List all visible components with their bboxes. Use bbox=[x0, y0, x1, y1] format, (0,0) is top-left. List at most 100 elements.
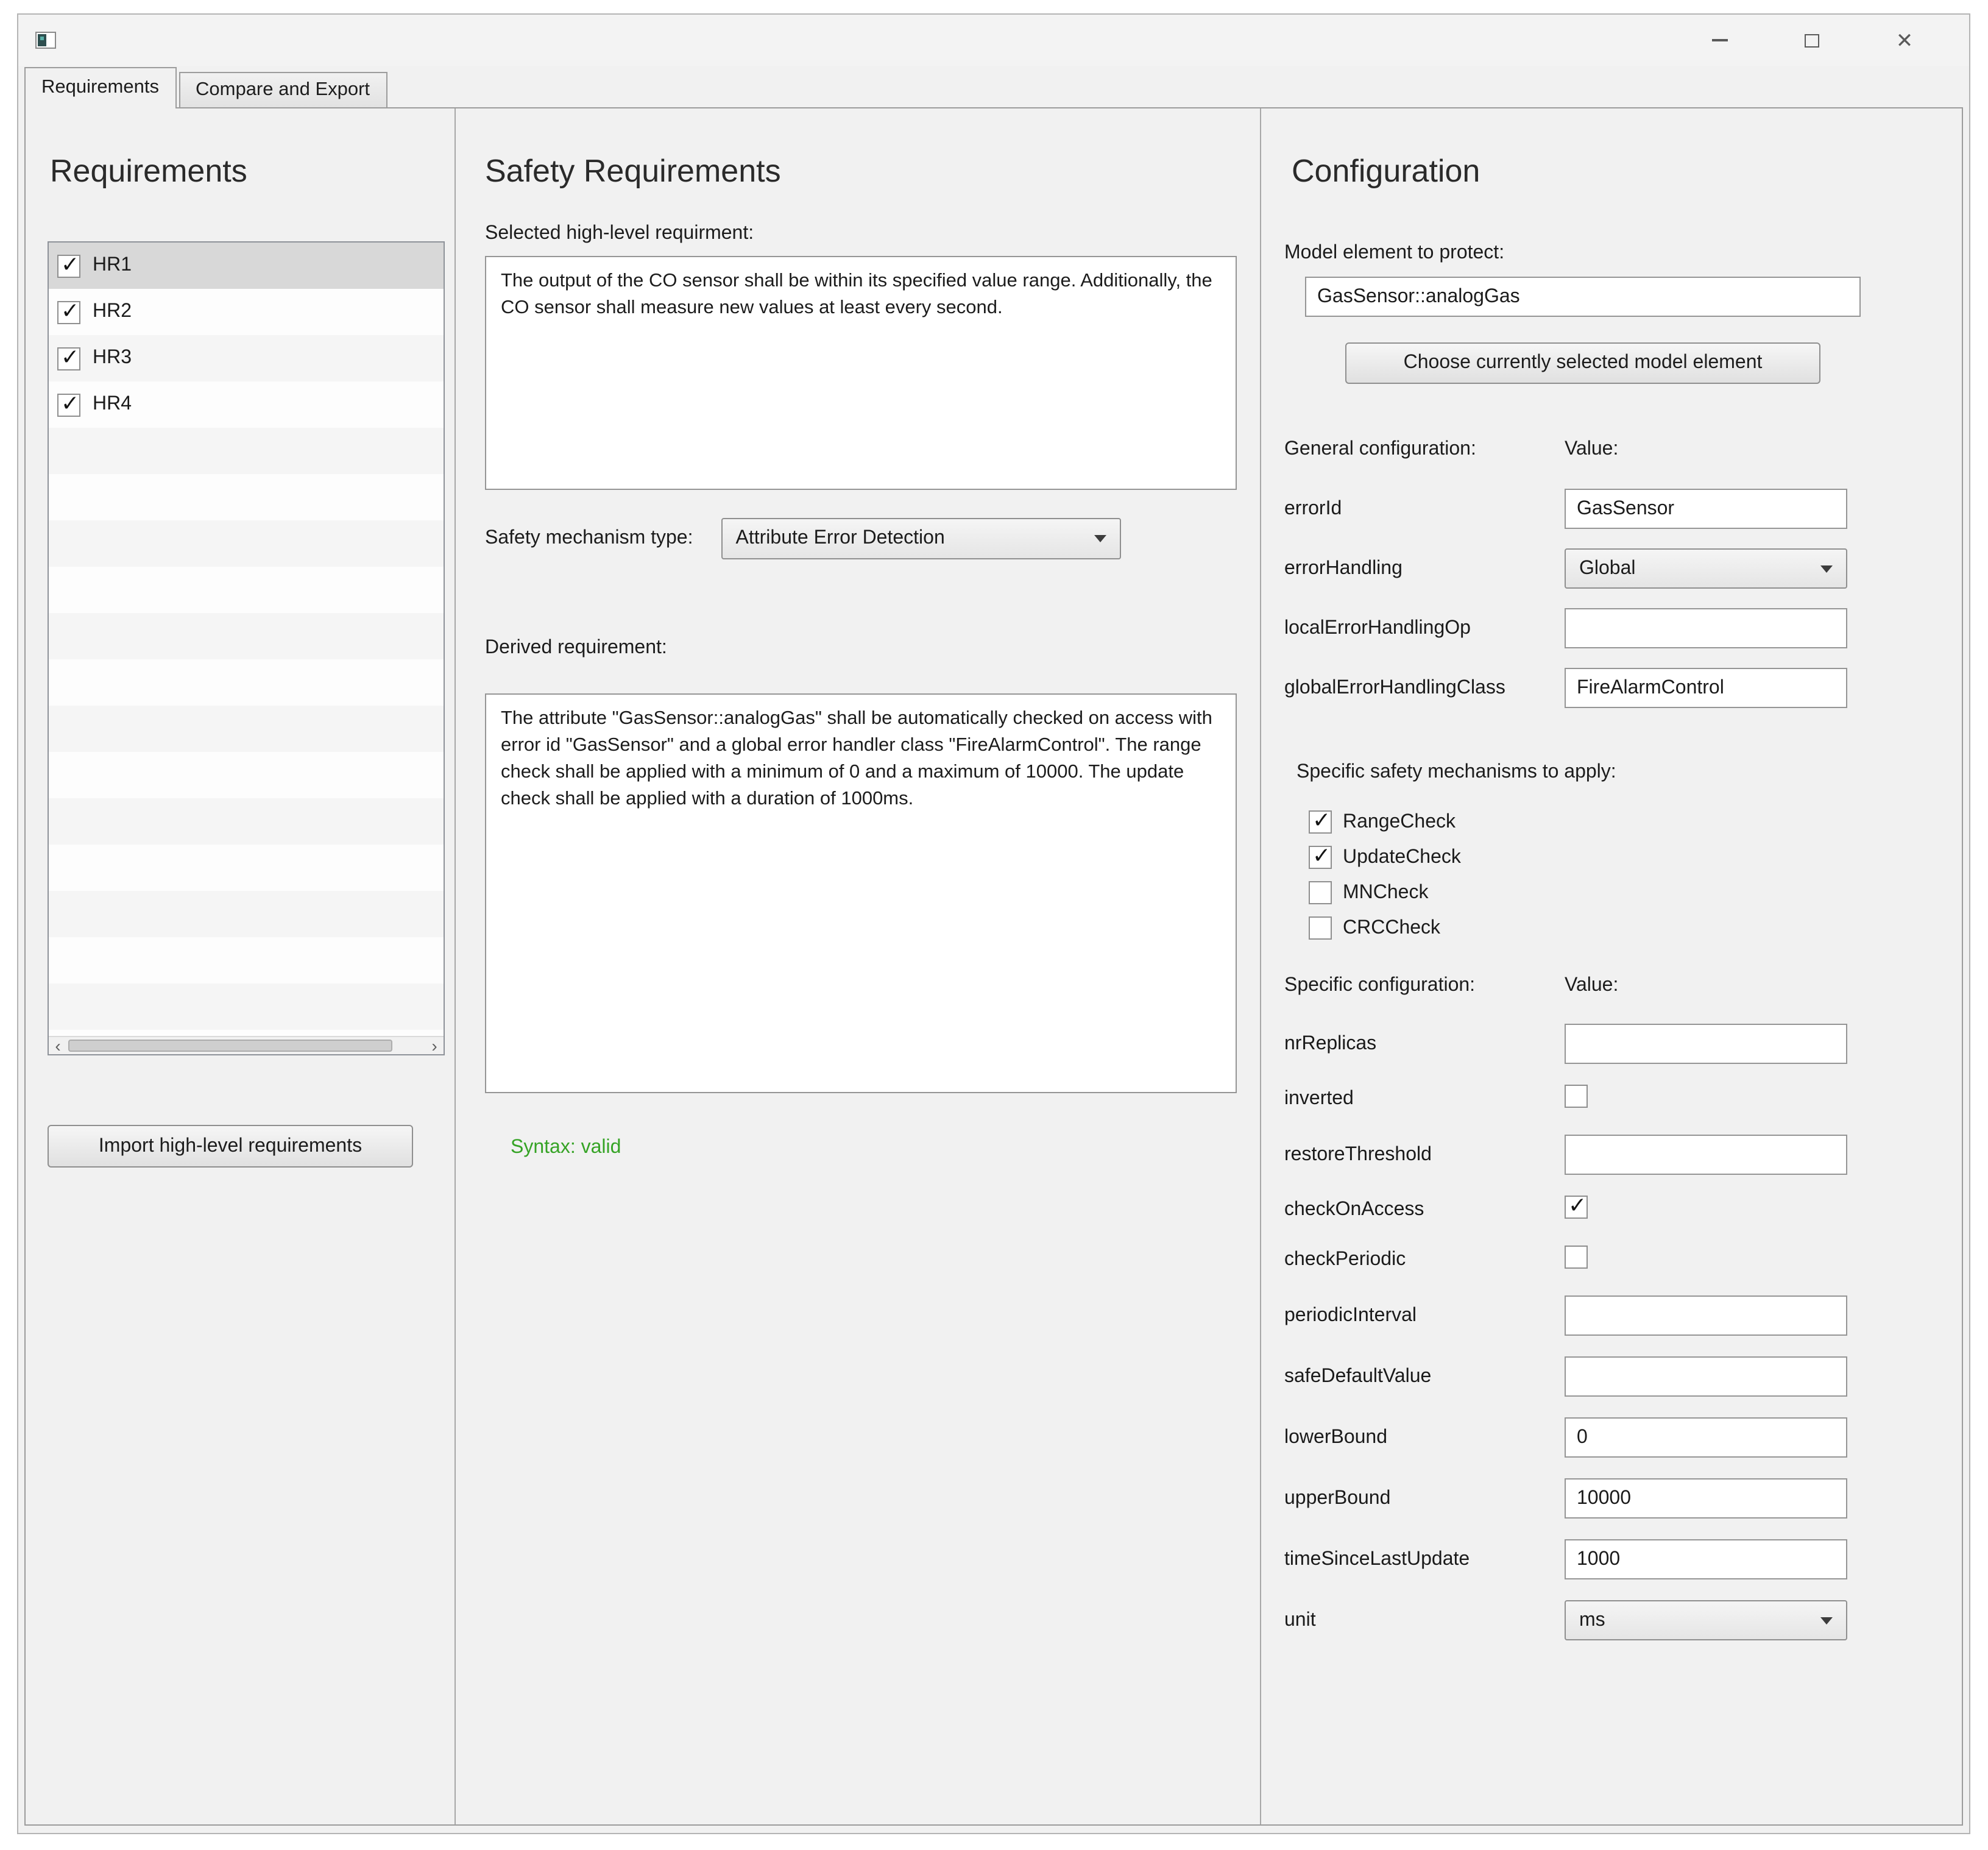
list-item[interactable]: HR4 bbox=[49, 381, 444, 428]
checkOnAccess-label: checkOnAccess bbox=[1284, 1199, 1565, 1221]
item-checkbox[interactable] bbox=[57, 254, 80, 277]
mechanism-row: CRCCheck bbox=[1309, 910, 1962, 946]
config-value-cell bbox=[1565, 608, 1850, 648]
list-empty-row bbox=[49, 567, 444, 613]
errorId-label: errorId bbox=[1284, 498, 1565, 520]
list-item-label: HR1 bbox=[93, 255, 132, 277]
safeDefaultValue-field[interactable] bbox=[1565, 1356, 1847, 1397]
periodicInterval-field[interactable] bbox=[1565, 1295, 1847, 1336]
errorHandling-dropdown[interactable]: Global bbox=[1565, 548, 1847, 589]
list-empty-row bbox=[49, 520, 444, 567]
list-item-label: HR2 bbox=[93, 301, 132, 323]
mechanism-name: CRCCheck bbox=[1343, 917, 1440, 939]
general-configuration-grid: errorIdGasSensorerrorHandlingGloballocal… bbox=[1284, 489, 1962, 708]
config-value-cell bbox=[1565, 1246, 1850, 1275]
derived-requirement-label: Derived requirement: bbox=[485, 637, 1258, 659]
import-requirements-button[interactable]: Import high-level requirements bbox=[48, 1125, 413, 1168]
mechanism-name: RangeCheck bbox=[1343, 811, 1456, 833]
item-checkbox[interactable] bbox=[57, 347, 80, 370]
timeSinceLastUpdate-label: timeSinceLastUpdate bbox=[1284, 1548, 1565, 1570]
selected-requirement-textarea[interactable]: The output of the CO sensor shall be wit… bbox=[485, 256, 1237, 490]
scroll-right-icon[interactable]: › bbox=[425, 1038, 444, 1054]
RangeCheck-checkbox[interactable] bbox=[1309, 810, 1332, 834]
CRCCheck-checkbox[interactable] bbox=[1309, 916, 1332, 940]
choose-model-element-button[interactable]: Choose currently selected model element bbox=[1345, 342, 1820, 384]
specific-mechanisms-list: RangeCheckUpdateCheckMNCheckCRCCheck bbox=[1309, 804, 1962, 946]
config-value-cell: Global bbox=[1565, 548, 1850, 589]
unit-dropdown[interactable]: ms bbox=[1565, 1600, 1847, 1640]
chevron-down-icon bbox=[1094, 535, 1106, 542]
upperBound-field[interactable]: 10000 bbox=[1565, 1478, 1847, 1519]
globalErrorHandlingClass-field[interactable]: FireAlarmControl bbox=[1565, 668, 1847, 708]
requirements-title: Requirements bbox=[50, 152, 452, 190]
tab-requirements[interactable]: Requirements bbox=[24, 67, 176, 108]
MNCheck-checkbox[interactable] bbox=[1309, 881, 1332, 904]
minimize-icon bbox=[1711, 40, 1727, 41]
chevron-down-icon bbox=[1820, 1617, 1833, 1624]
horizontal-scrollbar[interactable]: ‹ › bbox=[49, 1036, 444, 1054]
config-value-cell: FireAlarmControl bbox=[1565, 668, 1850, 708]
localErrorHandlingOp-field[interactable] bbox=[1565, 608, 1847, 648]
app-icon bbox=[35, 32, 56, 49]
split-divider-left[interactable] bbox=[452, 108, 459, 1824]
list-empty-row bbox=[49, 659, 444, 706]
safety-mechanism-type-label: Safety mechanism type: bbox=[485, 528, 693, 550]
item-checkbox[interactable] bbox=[57, 300, 80, 324]
tab-compare-and-export[interactable]: Compare and Export bbox=[179, 72, 387, 107]
config-value-cell: 1000 bbox=[1565, 1539, 1850, 1579]
close-button[interactable]: ✕ bbox=[1881, 22, 1928, 58]
upperBound-label: upperBound bbox=[1284, 1487, 1565, 1509]
globalErrorHandlingClass-label: globalErrorHandlingClass bbox=[1284, 677, 1565, 699]
inverted-checkbox[interactable] bbox=[1565, 1085, 1588, 1108]
mechanism-name: MNCheck bbox=[1343, 882, 1428, 904]
field-value: GasSensor bbox=[1577, 498, 1674, 520]
syntax-status: Syntax: valid bbox=[511, 1137, 1258, 1159]
safety-mechanism-row: Safety mechanism type: Attribute Error D… bbox=[485, 518, 1258, 559]
list-empty-row bbox=[49, 983, 444, 1030]
config-value-cell: 0 bbox=[1565, 1417, 1850, 1458]
list-empty-row bbox=[49, 845, 444, 891]
restoreThreshold-field[interactable] bbox=[1565, 1135, 1847, 1175]
checkPeriodic-checkbox[interactable] bbox=[1565, 1246, 1588, 1269]
config-value-cell bbox=[1565, 1295, 1850, 1336]
config-value-cell bbox=[1565, 1024, 1850, 1064]
split-divider-right[interactable] bbox=[1258, 108, 1265, 1824]
item-checkbox[interactable] bbox=[57, 393, 80, 416]
list-item-label: HR3 bbox=[93, 347, 132, 369]
scrollbar-thumb[interactable] bbox=[68, 1040, 392, 1052]
requirements-list[interactable]: HR1 HR2 HR3 HR4 ‹ › bbox=[48, 241, 445, 1055]
derived-requirement-textarea[interactable]: The attribute "GasSensor::analogGas" sha… bbox=[485, 693, 1237, 1093]
model-element-label: Model element to protect: bbox=[1284, 243, 1962, 264]
specific-mechanisms-label: Specific safety mechanisms to apply: bbox=[1296, 762, 1962, 784]
list-item[interactable]: HR3 bbox=[49, 335, 444, 381]
checkOnAccess-checkbox[interactable] bbox=[1565, 1196, 1588, 1219]
list-item[interactable]: HR2 bbox=[49, 289, 444, 335]
nrReplicas-field[interactable] bbox=[1565, 1024, 1847, 1064]
specific-configuration-headers: Specific configuration: Value: bbox=[1284, 975, 1962, 997]
list-empty-row bbox=[49, 474, 444, 520]
scroll-left-icon[interactable]: ‹ bbox=[49, 1038, 67, 1054]
window-controls: ✕ bbox=[1696, 22, 1969, 58]
config-value-cell: ms bbox=[1565, 1600, 1850, 1640]
titlebar: ✕ bbox=[18, 15, 1969, 66]
mechanism-row: MNCheck bbox=[1309, 875, 1962, 910]
minimize-button[interactable] bbox=[1696, 22, 1742, 58]
general-value-header: Value: bbox=[1565, 439, 1850, 461]
lowerBound-field[interactable]: 0 bbox=[1565, 1417, 1847, 1458]
field-value: 0 bbox=[1577, 1426, 1588, 1448]
configuration-panel: Configuration Model element to protect: … bbox=[1265, 108, 1962, 1824]
timeSinceLastUpdate-field[interactable]: 1000 bbox=[1565, 1539, 1847, 1579]
safety-mechanism-type-dropdown[interactable]: Attribute Error Detection bbox=[721, 518, 1121, 559]
inverted-label: inverted bbox=[1284, 1088, 1565, 1110]
requirements-panel: Requirements HR1 HR2 HR3 HR4 ‹ › Import hig… bbox=[26, 108, 452, 1824]
errorId-field[interactable]: GasSensor bbox=[1565, 489, 1847, 529]
model-element-field[interactable]: GasSensor::analogGas bbox=[1305, 277, 1861, 317]
maximize-button[interactable] bbox=[1789, 22, 1835, 58]
config-value-cell bbox=[1565, 1356, 1850, 1397]
field-value: FireAlarmControl bbox=[1577, 677, 1724, 699]
field-value: 10000 bbox=[1577, 1487, 1631, 1509]
UpdateCheck-checkbox[interactable] bbox=[1309, 846, 1332, 869]
list-item[interactable]: HR1 bbox=[49, 243, 444, 289]
errorHandling-label: errorHandling bbox=[1284, 558, 1565, 579]
restoreThreshold-label: restoreThreshold bbox=[1284, 1144, 1565, 1166]
